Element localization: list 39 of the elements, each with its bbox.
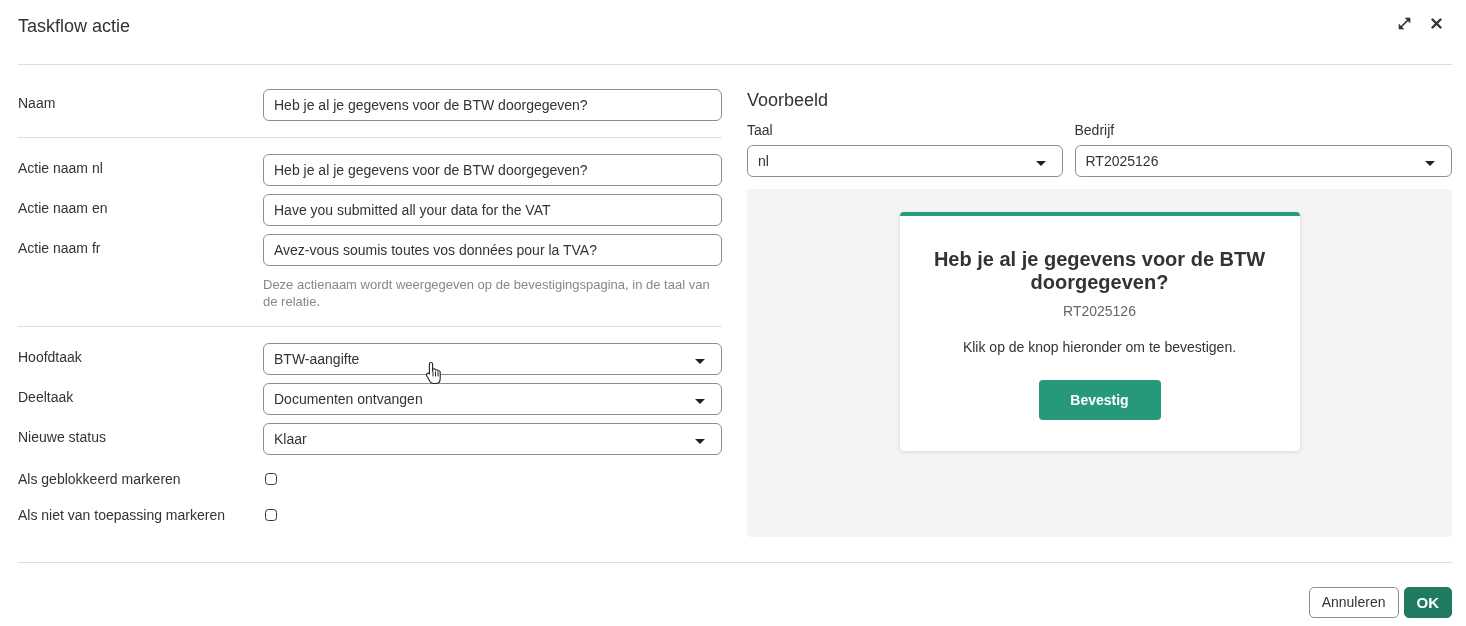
dropdown-field[interactable]: RT2025126 (1074, 145, 1452, 177)
field-label: Actie naam en (18, 199, 109, 218)
help-text: Deze actienaam wordt weergegeven op de bevestigingspagina, in de taal van de relatie. (263, 276, 711, 310)
caret-icon (695, 358, 705, 364)
field-label: Actie naam nl (18, 159, 104, 178)
confirm-button[interactable]: Bevestig (1038, 380, 1161, 420)
text-field[interactable]: Heb je al je gegevens voor de BTW doorgegeven? (263, 89, 722, 121)
caret-icon (695, 438, 705, 444)
field-label: Actie naam fr (18, 239, 102, 258)
field-label: Hoofdtaak (18, 348, 83, 367)
expand-icon[interactable] (1398, 17, 1411, 30)
caret-icon (1035, 160, 1046, 166)
card-message: Klik op de knop hieronder om te bevestigen. (961, 339, 1238, 356)
dropdown-field[interactable]: nl (747, 145, 1063, 177)
field-label: Bedrijf (1074, 122, 1116, 139)
dropdown-field[interactable]: Documenten ontvangen (263, 383, 722, 415)
ok-button[interactable]: OK (1403, 587, 1452, 618)
caret-icon (1425, 160, 1435, 166)
caret-icon (695, 398, 705, 404)
company-code: RT2025126 (1062, 303, 1137, 320)
field-label: Als geblokkeerd markeren (18, 470, 182, 488)
text-field[interactable]: Heb je al je gegevens voor de BTW doorgegeven? (263, 154, 722, 186)
dialog-title: Taskflow actie (18, 15, 131, 37)
cancel-button[interactable]: Annuleren (1308, 587, 1399, 618)
preview-heading: Voorbeeld (747, 89, 830, 111)
field-label: Nieuwe status (18, 428, 107, 447)
checkbox[interactable] (265, 509, 277, 521)
field-label: Als niet van toepassing markeren (18, 506, 226, 524)
text-field[interactable]: Avez-vous soumis toutes vos données pour la TVA? (263, 234, 722, 266)
card-heading: Heb je al je gegevens voor de BTW doorgegeven? (932, 248, 1267, 294)
text-field[interactable]: Have you submitted all your data for the VAT (263, 194, 722, 226)
checkbox[interactable] (265, 473, 277, 485)
hand-cursor-icon (425, 361, 443, 385)
close-icon[interactable] (1431, 18, 1442, 29)
dropdown-field[interactable]: BTW-aangifte (263, 343, 722, 375)
field-label: Naam (18, 94, 57, 113)
field-label: Deeltaak (18, 388, 75, 407)
dropdown-field[interactable]: Klaar (263, 423, 722, 455)
field-label: Taal (747, 122, 774, 139)
